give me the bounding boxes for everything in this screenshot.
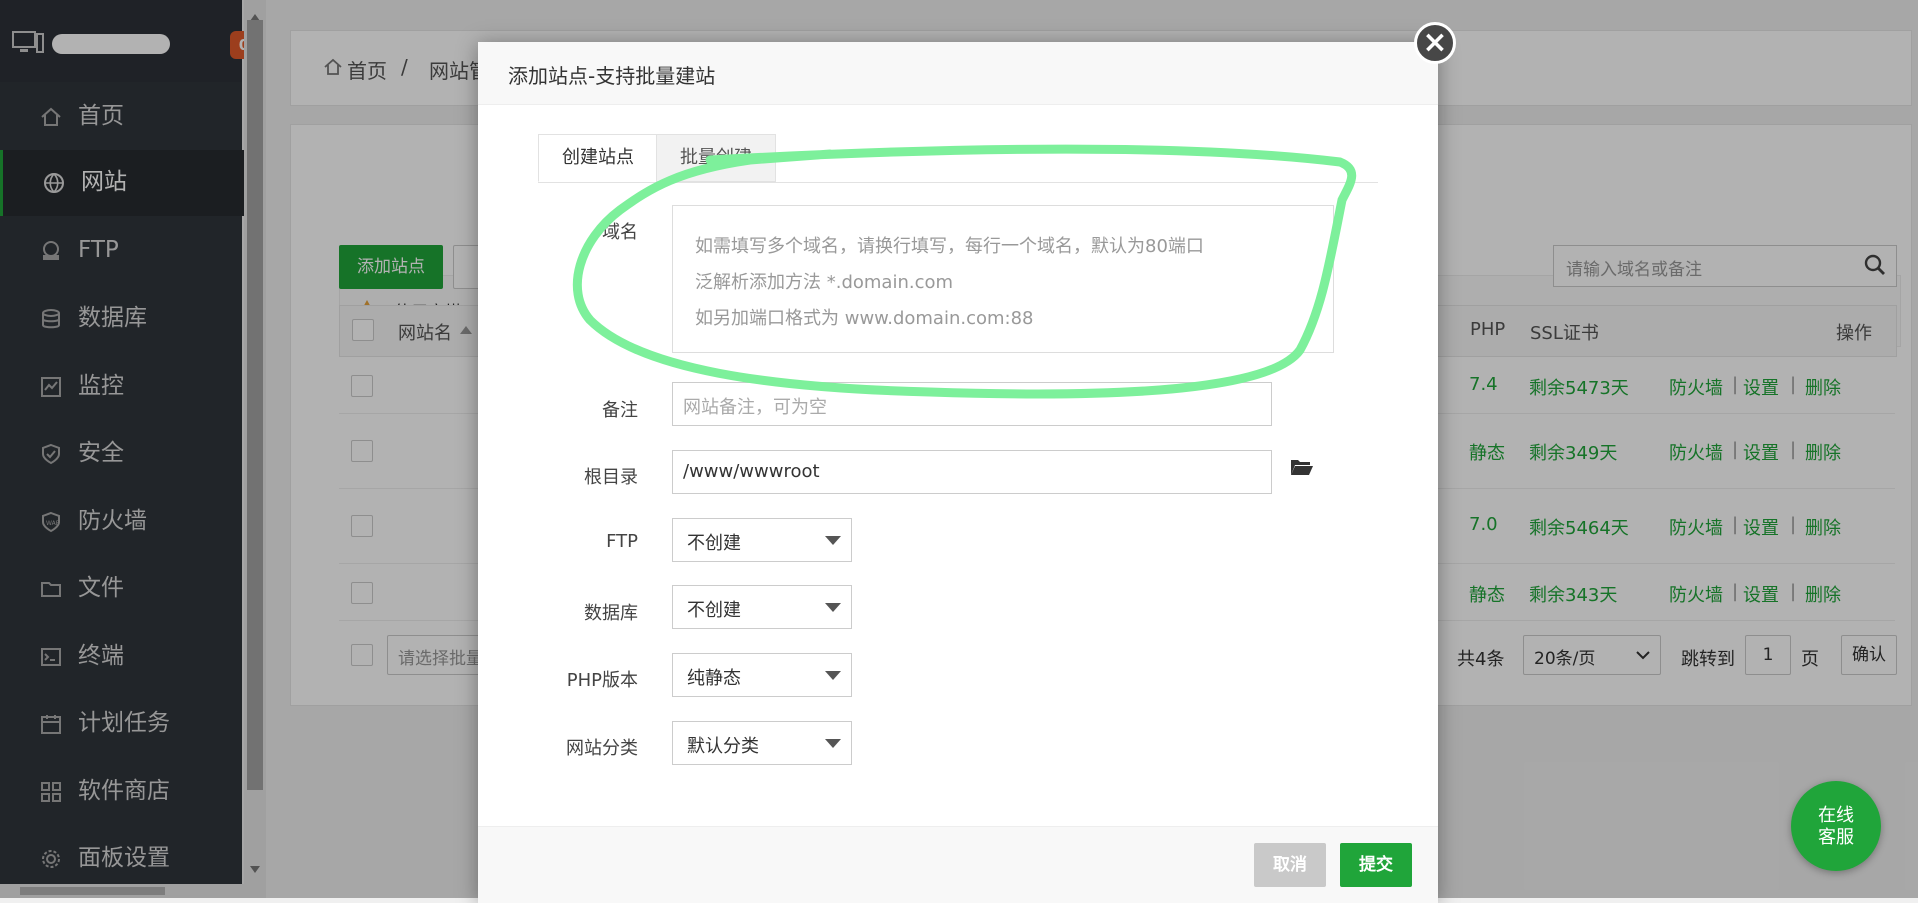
online-support-line1: 在线 <box>1818 805 1854 826</box>
database-value: 不创建 <box>687 600 741 621</box>
remark-placeholder: 网站备注，可为空 <box>683 397 827 418</box>
category-label: 网站分类 <box>566 738 638 759</box>
dialog-title: 添加站点-支持批量建站 <box>508 64 716 88</box>
dropdown-arrow-icon <box>825 603 841 612</box>
close-dialog-button[interactable]: × <box>1414 22 1456 64</box>
category-select[interactable]: 默认分类 <box>672 721 852 765</box>
remark-input[interactable]: 网站备注，可为空 <box>672 382 1272 426</box>
add-site-dialog: 添加站点-支持批量建站 创建站点 批量创建 域名 如需填写多个域名，请换行填写，… <box>478 42 1438 903</box>
folder-open-icon[interactable] <box>1290 458 1314 476</box>
dropdown-arrow-icon <box>825 671 841 680</box>
database-select[interactable]: 不创建 <box>672 585 852 629</box>
root-dir-value: /www/wwwroot <box>683 461 820 482</box>
submit-button[interactable]: 提交 <box>1340 843 1412 887</box>
domain-hint-line: 如需填写多个域名，请换行填写，每行一个域名，默认为80端口 <box>695 236 1204 257</box>
online-support-label: 在线 客服 <box>1791 781 1881 849</box>
domain-hint-line: 如另加端口格式为 www.domain.com:88 <box>695 308 1034 329</box>
online-support-button[interactable]: 在线 客服 <box>1791 781 1881 871</box>
online-support-line2: 客服 <box>1818 827 1854 848</box>
php-version-select[interactable]: 纯静态 <box>672 653 852 697</box>
root-dir-input[interactable]: /www/wwwroot <box>672 450 1272 494</box>
domain-textarea[interactable]: 如需填写多个域名，请换行填写，每行一个域名，默认为80端口 泛解析添加方法 *.… <box>672 205 1334 353</box>
remark-label: 备注 <box>602 400 638 421</box>
category-value: 默认分类 <box>687 736 759 757</box>
ftp-label: FTP <box>606 531 638 552</box>
php-version-label: PHP版本 <box>566 670 638 691</box>
database-label: 数据库 <box>584 603 638 624</box>
close-icon: × <box>1422 25 1448 60</box>
domain-hint-line: 泛解析添加方法 *.domain.com <box>695 272 954 293</box>
ftp-select[interactable]: 不创建 <box>672 518 852 562</box>
dialog-header: 添加站点-支持批量建站 <box>478 42 1438 105</box>
cancel-button[interactable]: 取消 <box>1254 843 1326 887</box>
root-dir-label: 根目录 <box>584 467 638 488</box>
domain-label: 域名 <box>602 222 638 243</box>
dropdown-arrow-icon <box>825 536 841 545</box>
tab-create-site[interactable]: 创建站点 <box>538 134 658 182</box>
dialog-tabs: 创建站点 批量创建 <box>538 134 1378 183</box>
dropdown-arrow-icon <box>825 739 841 748</box>
tab-batch-create[interactable]: 批量创建 <box>656 134 776 182</box>
ftp-value: 不创建 <box>687 533 741 554</box>
php-version-value: 纯静态 <box>687 668 741 689</box>
